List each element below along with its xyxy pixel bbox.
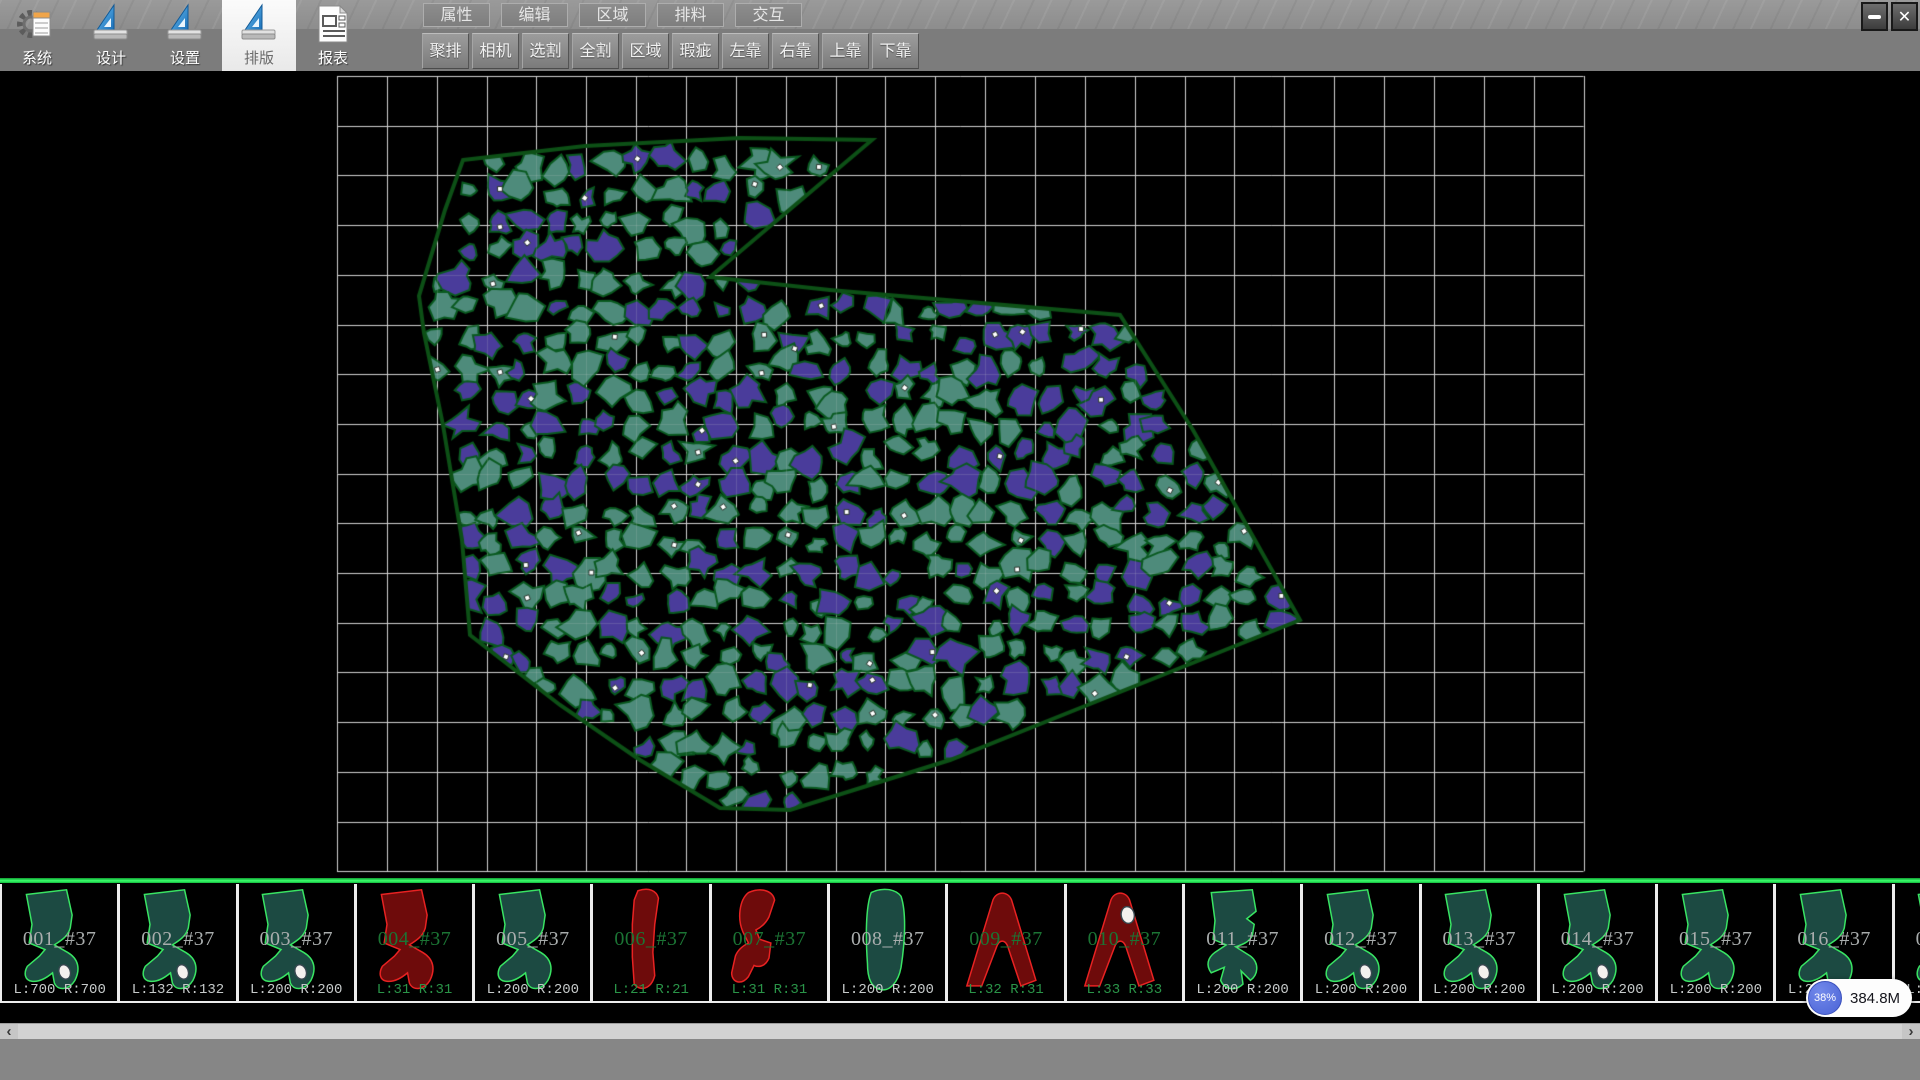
nesting-app-window: 系统设计设置排版报表 属性编辑区域排料交互 聚排相机选割全割区域瑕疵左靠右靠上靠… [0,0,1920,1080]
piece-counts: L:200 R:200 [239,982,354,998]
tool-button-select-cut[interactable]: 选割 [522,33,569,69]
tool-button-region[interactable]: 区域 [622,33,669,69]
status-bar [0,1039,1920,1080]
piece-counts: L:700 R:700 [2,982,117,998]
percent-text: 38% [1814,992,1836,1004]
scroll-left-button[interactable]: ‹ [0,1024,18,1039]
toolbar: 系统设计设置排版报表 属性编辑区域排料交互 聚排相机选割全割区域瑕疵左靠右靠上靠… [0,0,1920,71]
tool-button-snap-bottom[interactable]: 下靠 [872,33,919,69]
menu-item-properties[interactable]: 属性 [423,3,490,27]
nesting-canvas-area [0,71,1920,878]
piece-thumbnail-009[interactable]: 009_#37 L:32 R:31 [948,884,1066,1001]
piece-counts: L:33 R:33 [1067,982,1182,998]
nav-tab-design[interactable]: 设计 [74,0,148,71]
nav-tab-system[interactable]: 系统 [0,0,74,71]
piece-thumbnail-010[interactable]: 010_#37 L:33 R:33 [1067,884,1185,1001]
nav-tab-label: 设计 [96,47,126,68]
piece-thumbnail-002[interactable]: 002_#37 L:132 R:132 [120,884,238,1001]
piece-thumbnail-001[interactable]: 001_#37 L:700 R:700 [2,884,120,1001]
piece-label: 006_#37 [593,928,708,951]
report-icon [312,3,354,45]
piece-label: 011_#37 [1185,928,1300,951]
progress-percent-badge: 38% [1808,981,1842,1015]
close-icon: ✕ [1898,7,1911,27]
horizontal-scrollbar[interactable]: ‹ › [0,1023,1920,1039]
ruler-icon [164,3,206,45]
piece-counts: L:200 R:200 [830,982,945,998]
piece-label: 008_#37 [830,928,945,951]
piece-label: 009_#37 [948,928,1063,951]
tool-button-row: 聚排相机选割全割区域瑕疵左靠右靠上靠下靠 [422,33,919,69]
piece-label: 010_#37 [1067,928,1182,951]
piece-label: 016_#37 [1776,928,1891,951]
piece-label: 014_#37 [1540,928,1655,951]
piece-counts: L:200 R:200 [1658,982,1773,998]
pieces-strip-top-border [0,878,1920,883]
tool-button-snap-right[interactable]: 右靠 [772,33,819,69]
ruler-icon [90,3,132,45]
tool-button-camera[interactable]: 相机 [472,33,519,69]
piece-label: 002_#37 [120,928,235,951]
piece-label: 004_#37 [357,928,472,951]
nav-tabs: 系统 设计 设置 排版 报表 [0,0,370,71]
menu-item-interact[interactable]: 交互 [735,3,802,27]
piece-thumbnail-011[interactable]: 011_#37 L:200 R:200 [1185,884,1303,1001]
nav-tab-label: 设置 [170,47,200,68]
piece-thumbnail-012[interactable]: 012_#37 L:200 R:200 [1303,884,1421,1001]
piece-thumbnail-004[interactable]: 004_#37 L:31 R:31 [357,884,475,1001]
piece-counts: L:200 R:200 [1185,982,1300,998]
nav-tab-label: 排版 [244,47,274,68]
piece-counts: L:132 R:132 [120,982,235,998]
piece-label: 001_#37 [2,928,117,951]
piece-thumbnail-005[interactable]: 005_#37 L:200 R:200 [475,884,593,1001]
piece-counts: L:31 R:31 [357,982,472,998]
tool-button-defect[interactable]: 瑕疵 [672,33,719,69]
nesting-canvas[interactable] [0,71,1920,878]
pieces-strip: 001_#37L:700 R:700002_#37L:132 R:132003_… [0,884,1920,1003]
minimize-icon [1868,15,1881,19]
piece-thumbnail-003[interactable]: 003_#37 L:200 R:200 [239,884,357,1001]
piece-thumbnail-007[interactable]: 007_#37 L:31 R:31 [712,884,830,1001]
window-controls: ✕ [1861,2,1918,31]
piece-label: 012_#37 [1303,928,1418,951]
tool-button-snap-left[interactable]: 左靠 [722,33,769,69]
piece-thumbnail-013[interactable]: 013_#37 L:200 R:200 [1422,884,1540,1001]
piece-thumbnail-006[interactable]: 006_#37 L:21 R:21 [593,884,711,1001]
piece-thumbnail-015[interactable]: 015_#37 L:200 R:200 [1658,884,1776,1001]
menu-item-edit[interactable]: 编辑 [501,3,568,27]
menu-item-region[interactable]: 区域 [579,3,646,27]
nav-tab-settings[interactable]: 设置 [148,0,222,71]
piece-label: 015_#37 [1658,928,1773,951]
nav-tab-label: 系统 [22,47,52,68]
tool-button-cut-all[interactable]: 全割 [572,33,619,69]
scroll-right-button[interactable]: › [1902,1024,1920,1039]
tool-button-snap-top[interactable]: 上靠 [822,33,869,69]
piece-label: 005_#37 [475,928,590,951]
nav-tab-label: 报表 [318,47,348,68]
minimize-button[interactable] [1861,2,1888,31]
piece-counts: L:200 R:200 [1540,982,1655,998]
piece-counts: L:32 R:31 [948,982,1063,998]
piece-counts: L:31 R:31 [712,982,827,998]
piece-label: 007_#37 [712,928,827,951]
memory-text: 384.8M [1850,990,1900,1007]
gear-icon [16,3,58,45]
piece-thumbnail-008[interactable]: 008_#37 L:200 R:200 [830,884,948,1001]
piece-label: 013_#37 [1422,928,1537,951]
piece-counts: L:200 R:200 [1303,982,1418,998]
menu-bar: 属性编辑区域排料交互 [423,3,802,27]
piece-counts: L:21 R:21 [593,982,708,998]
piece-counts: L:200 R:200 [1422,982,1537,998]
piece-label: 003_#37 [239,928,354,951]
piece-label: 017_#37 [1895,928,1920,951]
ruler-icon [238,3,280,45]
piece-thumbnail-014[interactable]: 014_#37 L:200 R:200 [1540,884,1658,1001]
menu-item-nesting[interactable]: 排料 [657,3,724,27]
nav-tab-nesting[interactable]: 排版 [222,0,296,71]
memory-usage-widget[interactable]: 38% 384.8M [1806,979,1912,1017]
close-button[interactable]: ✕ [1891,2,1918,31]
nav-tab-report[interactable]: 报表 [296,0,370,71]
tool-button-cluster-nest[interactable]: 聚排 [422,33,469,69]
piece-counts: L:200 R:200 [475,982,590,998]
